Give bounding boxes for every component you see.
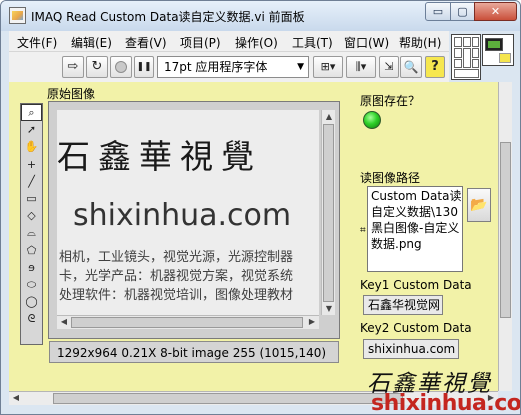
close-button[interactable]: ✕: [474, 2, 517, 21]
broken-line-tool-icon[interactable]: ◯: [21, 293, 42, 310]
scroll-down-icon[interactable]: ▼: [323, 304, 335, 313]
menu-window[interactable]: 窗口(W): [344, 34, 389, 51]
read-path-value: Custom Data读自定义数据\130黑白图像-自定义数据.png: [371, 189, 462, 251]
monitor-icon: [485, 38, 503, 51]
help-icon: ?: [431, 59, 439, 74]
image-horizontal-scrollbar[interactable]: ◀ ▶: [57, 315, 319, 329]
abort-button[interactable]: [110, 56, 132, 78]
scroll-left-icon[interactable]: ◀: [10, 393, 22, 402]
key2-label: Key2 Custom Data: [360, 321, 472, 335]
pause-icon: ❚❚: [136, 62, 152, 72]
vi-window-icon: [9, 7, 26, 24]
title-bar[interactable]: IMAQ Read Custom Data读自定义数据.vi 前面板 ▭ ▢ ✕: [1, 1, 520, 31]
rotated-rect-tool-icon[interactable]: ◇: [21, 207, 42, 224]
image-tools-palette: ⌕ ➚ ✋ + ╱ ▭ ◇ ⌓ ⬠ ɘ ⬭ ◯ ᘓ: [20, 103, 43, 345]
key2-custom-data-indicator: shixinhua.com: [363, 339, 459, 359]
run-continuously-button[interactable]: ↻: [86, 56, 108, 78]
vi-icon[interactable]: [482, 34, 514, 66]
panel-vertical-scrollbar[interactable]: [498, 82, 512, 391]
key1-label: Key1 Custom Data: [360, 278, 472, 292]
vi-badge-icon: [499, 53, 511, 63]
minimize-button[interactable]: ▭: [425, 2, 451, 21]
resize-objects-button[interactable]: ⇲: [379, 56, 399, 78]
resize-objects-icon: ⇲: [384, 60, 394, 73]
line-tool-icon[interactable]: ╱: [21, 173, 42, 190]
menu-tools[interactable]: 工具(T): [292, 34, 333, 51]
watermark-site: shixinhua.com: [371, 391, 521, 415]
read-path-label: 读图像路径: [360, 171, 421, 185]
polygon-tool-icon[interactable]: ⬠: [21, 242, 42, 259]
context-help-button[interactable]: ?: [425, 56, 445, 78]
image-exists-label: 原图存在？: [360, 94, 421, 108]
image-description-line: 处理软件：机器视觉培训，图像处理教材: [59, 288, 294, 303]
panel-vertical-scroll-thumb[interactable]: [500, 142, 511, 318]
image-info-bar: 1292x964 0.21X 8-bit image 255 (1015,140…: [49, 341, 339, 363]
image-display[interactable]: 石鑫華視覺 shixinhua.com 相机，工业镜头，视觉光源，光源控制器 卡…: [57, 110, 319, 315]
zoom-tool-icon[interactable]: ⌕: [21, 104, 42, 122]
folder-icon: 📂: [470, 197, 488, 213]
window-title: IMAQ Read Custom Data读自定义数据.vi 前面板: [31, 10, 305, 24]
maximize-button[interactable]: ▢: [450, 2, 475, 21]
menu-help[interactable]: 帮助(H): [399, 34, 441, 51]
scroll-up-icon[interactable]: ▲: [323, 112, 335, 121]
run-button[interactable]: ⇨: [62, 56, 84, 78]
text-settings-dropdown[interactable]: 17pt 应用程序字体 ▼: [157, 56, 309, 78]
image-description-line: 相机，工业镜头，视觉光源，光源控制器: [59, 250, 294, 265]
annulus-tool-icon[interactable]: ⌓: [21, 224, 42, 241]
path-type-icon: ⌗: [360, 225, 366, 236]
search-icon: 🔍: [403, 60, 419, 74]
rectangle-tool-icon[interactable]: ▭: [21, 190, 42, 207]
menu-file[interactable]: 文件(F): [17, 34, 57, 51]
pan-tool-icon[interactable]: ✋: [21, 138, 42, 155]
image-calligraphy-text: 石鑫華視覺: [57, 137, 262, 176]
image-description-line: 卡，光学产品：机器视觉方案，视觉系统: [59, 269, 294, 284]
pause-button[interactable]: ❚❚: [134, 56, 154, 78]
run-arrow-icon: ⇨: [67, 59, 79, 74]
oval-tool-icon[interactable]: ⬭: [21, 276, 42, 293]
menu-project[interactable]: 项目(P): [180, 34, 221, 51]
align-objects-button[interactable]: ⊞▾: [313, 56, 343, 78]
pointer-tool-icon[interactable]: ➚: [21, 121, 42, 138]
chevron-down-icon: ▼: [297, 62, 304, 72]
image-vertical-scroll-thumb[interactable]: [323, 124, 334, 302]
key2-value: shixinhua.com: [368, 342, 456, 356]
abort-stop-icon: [115, 61, 127, 73]
menu-view[interactable]: 查看(V): [125, 34, 167, 51]
distribute-objects-button[interactable]: ⫼▾: [346, 56, 376, 78]
image-description: 相机，工业镜头，视觉光源，光源控制器 卡，光学产品：机器视觉方案，视觉系统 处理…: [59, 248, 319, 305]
point-tool-icon[interactable]: +: [21, 156, 42, 173]
key1-custom-data-indicator: 石鑫华视觉网: [363, 295, 443, 315]
image-brand-text: shixinhua.com: [73, 198, 292, 233]
image-info-text: 1292x964 0.21X 8-bit image 255 (1015,140…: [57, 346, 327, 360]
menu-bar: 文件(F) 编辑(E) 查看(V) 项目(P) 操作(O) 工具(T) 窗口(W…: [9, 31, 449, 52]
image-vertical-scrollbar[interactable]: ▲ ▼: [321, 110, 335, 315]
search-button[interactable]: 🔍: [400, 56, 422, 78]
image-horizontal-scroll-thumb[interactable]: [71, 317, 303, 328]
freehand-tool-icon[interactable]: ɘ: [21, 259, 42, 276]
freehand-line-tool-icon[interactable]: ᘓ: [21, 310, 42, 327]
labview-front-panel-window: IMAQ Read Custom Data读自定义数据.vi 前面板 ▭ ▢ ✕…: [0, 0, 521, 415]
font-setting-value: 17pt 应用程序字体: [164, 60, 268, 74]
read-path-field[interactable]: Custom Data读自定义数据\130黑白图像-自定义数据.png: [367, 186, 463, 272]
menu-operate[interactable]: 操作(O): [235, 34, 278, 51]
key1-value: 石鑫华视觉网: [368, 298, 441, 312]
connector-pane[interactable]: [451, 34, 481, 80]
panel-horizontal-scroll-thumb[interactable]: [53, 393, 403, 404]
toolbar: ⇨ ↻ ❚❚ 17pt 应用程序字体 ▼ ⊞▾ ⫼▾ ⇲ 🔍 ?: [9, 52, 449, 82]
image-exists-led: [363, 111, 381, 129]
image-display-label: 原始图像: [47, 87, 96, 101]
run-continuously-icon: ↻: [91, 59, 103, 74]
scroll-left-icon[interactable]: ◀: [58, 317, 70, 326]
menu-edit[interactable]: 编辑(E): [71, 34, 112, 51]
scroll-right-icon[interactable]: ▶: [306, 317, 318, 326]
distribute-objects-icon: ⫼▾: [355, 60, 367, 73]
browse-button[interactable]: 📂: [467, 188, 491, 222]
align-objects-icon: ⊞▾: [320, 60, 336, 73]
